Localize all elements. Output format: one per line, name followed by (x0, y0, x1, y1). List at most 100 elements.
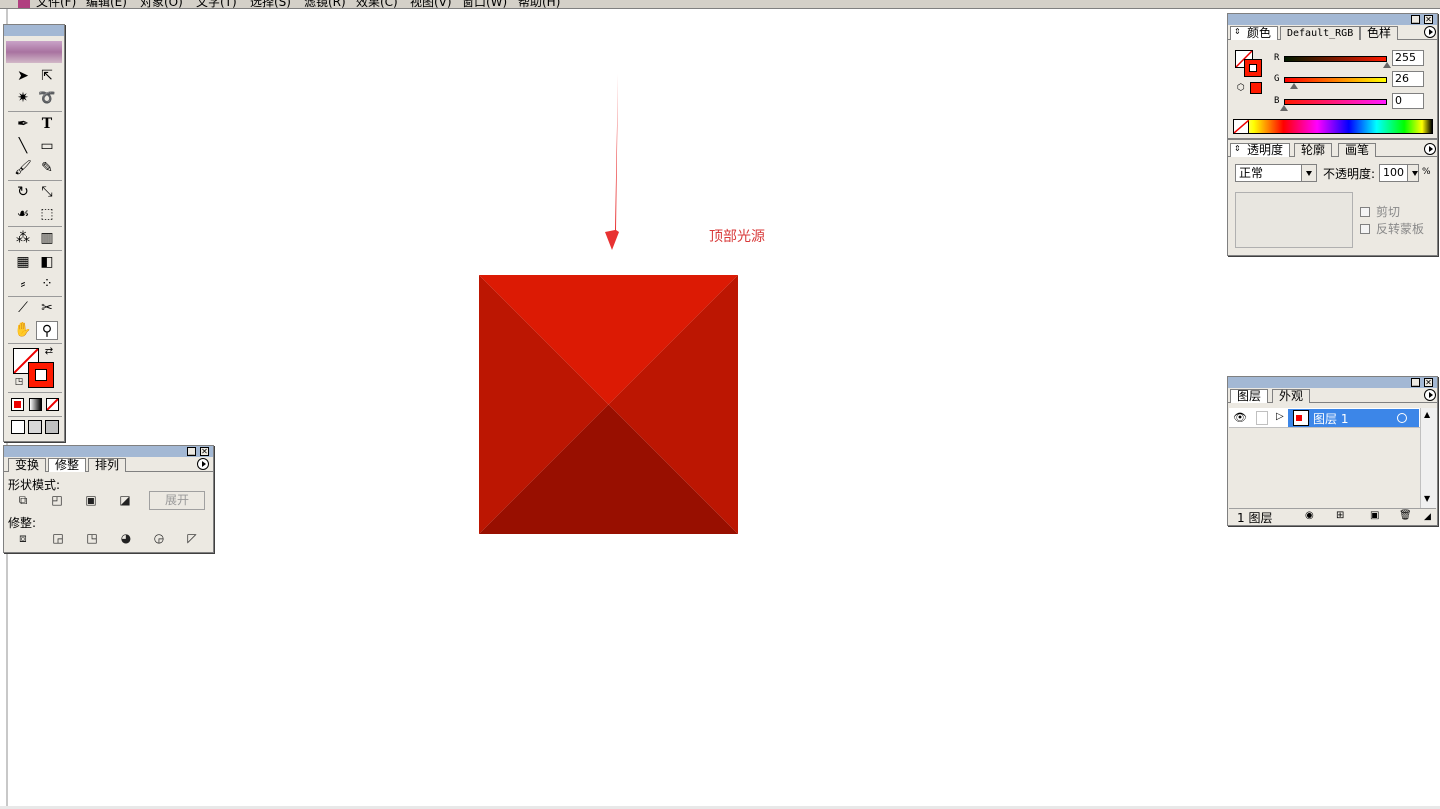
gradient-mode-button[interactable] (29, 398, 42, 411)
close-icon[interactable]: ✕ (200, 447, 209, 456)
minimize-icon[interactable]: ▁ (187, 447, 196, 456)
clip-checkbox[interactable] (1360, 207, 1370, 217)
trim-icon[interactable]: ◲ (50, 531, 66, 545)
scale-icon[interactable]: ⤡ (36, 183, 58, 202)
full-screen-menu-mode-icon[interactable] (28, 420, 42, 434)
green-slider-track[interactable] (1284, 77, 1387, 83)
target-circle-icon[interactable] (1397, 413, 1407, 423)
blue-slider-track[interactable] (1284, 99, 1387, 105)
trash-icon[interactable]: 🗑 (1399, 510, 1412, 521)
tab-brushes[interactable]: 画笔 (1338, 143, 1377, 157)
none-mode-button[interactable] (46, 398, 59, 411)
red-value-field[interactable]: 255 (1392, 50, 1424, 66)
close-icon[interactable]: ✕ (1424, 378, 1433, 387)
out-of-gamut-cube-icon[interactable]: ⬡ (1237, 83, 1245, 93)
color-panel-titlebar[interactable]: ▁ ✕ (1228, 14, 1437, 25)
slice-icon[interactable]: ⟋ (12, 299, 34, 318)
resize-grip-icon[interactable]: ◢ (1424, 512, 1431, 522)
menu-effect[interactable]: 效果(C) (356, 0, 398, 8)
menu-edit[interactable]: 编辑(E) (86, 0, 127, 8)
tab-stroke[interactable]: 轮廓 (1294, 143, 1333, 157)
panel-menu-icon[interactable] (1424, 389, 1436, 401)
menu-type[interactable]: 文字(T) (196, 0, 237, 8)
invert-mask-checkbox[interactable] (1360, 224, 1370, 234)
close-icon[interactable]: ✕ (1424, 15, 1433, 24)
layer-name[interactable]: 图层 1 (1313, 410, 1348, 427)
chevron-down-icon[interactable] (1301, 165, 1316, 181)
tab-swatches[interactable]: 色样 (1360, 26, 1399, 40)
color-mode-button[interactable] (11, 398, 24, 411)
add-to-shape-icon[interactable]: ⧉ (15, 493, 31, 507)
symbol-sprayer-icon[interactable]: ⁂ (12, 229, 34, 248)
chevron-right-icon[interactable] (1407, 165, 1418, 181)
gradient-icon[interactable]: ◧ (36, 253, 58, 272)
menu-file[interactable]: 文件(F) (36, 0, 76, 8)
default-colors-icon[interactable]: ◳ (12, 375, 26, 389)
rotate-icon[interactable]: ↻ (12, 183, 34, 202)
crop-icon[interactable]: ◕ (118, 531, 134, 545)
divide-icon[interactable]: ⧈ (15, 531, 31, 545)
scissors-icon[interactable]: ✂ (36, 299, 58, 318)
direct-selection-icon[interactable]: ⇱ (36, 67, 58, 86)
red-slider-track[interactable] (1284, 56, 1387, 62)
zoom-icon[interactable]: ⚲ (36, 321, 58, 340)
tab-align[interactable]: 排列 (88, 458, 127, 472)
free-transform-icon[interactable]: ⬚ (36, 205, 58, 224)
green-value-field[interactable]: 26 (1392, 71, 1424, 87)
tab-appearance[interactable]: 外观 (1272, 389, 1311, 403)
minimize-icon[interactable]: ▁ (1411, 15, 1420, 24)
green-slider-thumb[interactable] (1290, 83, 1299, 89)
pyramid-artwork[interactable] (479, 275, 738, 534)
merge-icon[interactable]: ◳ (84, 531, 100, 545)
menu-filter[interactable]: 滤镜(R) (304, 0, 346, 8)
panel-menu-icon[interactable] (197, 458, 209, 470)
make-clipping-mask-icon[interactable]: ◉ (1305, 510, 1314, 521)
tab-layers[interactable]: 图层 (1230, 389, 1269, 403)
minimize-icon[interactable]: ▁ (1411, 378, 1420, 387)
layers-scrollbar[interactable]: ▲ ▼ (1420, 408, 1437, 508)
blue-value-field[interactable]: 0 (1392, 93, 1424, 109)
minus-back-icon[interactable]: ◸ (184, 531, 200, 545)
menu-window[interactable]: 窗口(W) (462, 0, 507, 8)
menu-help[interactable]: 帮助(H) (518, 0, 560, 8)
swap-fill-stroke-icon[interactable]: ⇄ (42, 345, 56, 359)
lock-toggle[interactable] (1256, 411, 1268, 425)
new-sublayer-icon[interactable]: ⊞ (1336, 510, 1344, 521)
red-slider-thumb[interactable] (1383, 62, 1391, 68)
toolbox-titlebar[interactable] (4, 25, 64, 36)
type-icon[interactable]: T (36, 115, 58, 134)
blend-mode-dropdown[interactable]: 正常 (1235, 164, 1317, 182)
blend-icon[interactable]: ⁘ (36, 275, 58, 294)
intersect-shape-icon[interactable]: ▣ (83, 493, 99, 507)
full-screen-mode-icon[interactable] (45, 420, 59, 434)
warp-icon[interactable]: ☙ (12, 205, 34, 224)
layer-row[interactable]: 👁 ▷ 图层 1 (1229, 408, 1420, 428)
tab-transform[interactable]: 变换 (8, 458, 47, 472)
panel-expand-icon[interactable]: ⇕ (1234, 27, 1241, 36)
blue-slider-thumb[interactable] (1280, 105, 1288, 111)
stroke-swatch[interactable] (28, 362, 54, 388)
menu-object[interactable]: 对象(O) (140, 0, 183, 8)
outline-icon[interactable]: ◶ (151, 531, 167, 545)
none-color-chip[interactable] (1233, 119, 1250, 134)
magic-wand-icon[interactable]: ✷ (12, 89, 34, 108)
current-color-chip[interactable] (1250, 82, 1262, 94)
pencil-icon[interactable]: ✎ (36, 159, 58, 178)
standard-screen-mode-icon[interactable] (11, 420, 25, 434)
panel-stroke-swatch[interactable] (1244, 59, 1262, 77)
exclude-overlap-icon[interactable]: ◪ (117, 493, 133, 507)
subtract-from-shape-icon[interactable]: ◰ (49, 493, 65, 507)
panel-expand-icon[interactable]: ⇕ (1234, 144, 1241, 153)
rectangle-icon[interactable]: ▭ (36, 137, 58, 156)
expand-button[interactable]: 展开 (149, 491, 205, 510)
panel-menu-icon[interactable] (1424, 26, 1436, 38)
eye-visibility-icon[interactable]: 👁 (1233, 411, 1247, 424)
menu-select[interactable]: 选择(S) (250, 0, 291, 8)
eyedropper-icon[interactable]: ⸗ (12, 275, 34, 294)
panel-menu-icon[interactable] (1424, 143, 1436, 155)
hand-icon[interactable]: ✋ (12, 321, 34, 340)
new-layer-icon[interactable]: ▣ (1370, 510, 1379, 521)
mesh-icon[interactable]: ▦ (12, 253, 34, 272)
tab-default-rgb[interactable]: Default_RGB (1280, 26, 1361, 40)
expand-triangle-icon[interactable]: ▷ (1276, 411, 1284, 422)
